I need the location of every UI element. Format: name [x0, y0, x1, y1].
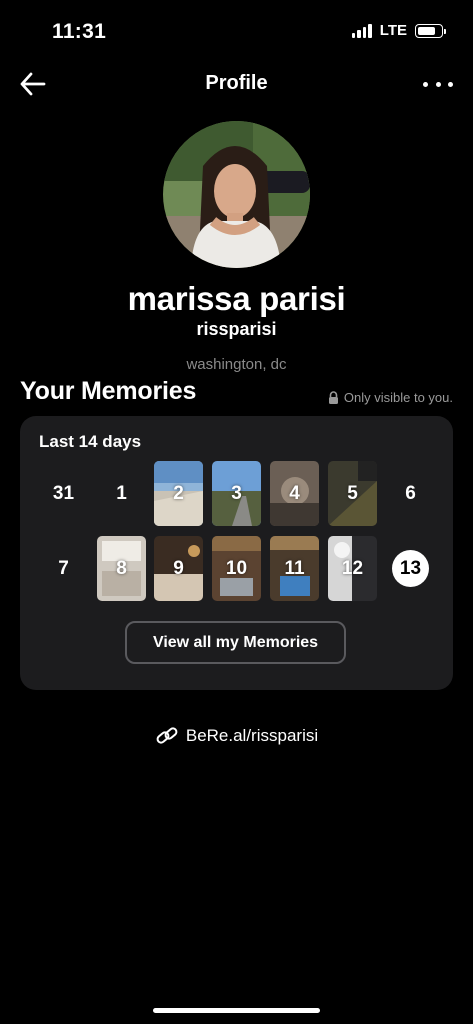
profile-link[interactable]: BeRe.al/rissparisi	[0, 725, 473, 747]
network-type: LTE	[379, 22, 407, 39]
memory-day-photo[interactable]: 9	[154, 536, 203, 601]
memory-day-photo[interactable]: 8	[97, 536, 146, 601]
avatar[interactable]	[163, 121, 310, 268]
more-options-button[interactable]	[423, 74, 453, 94]
memory-day-photo[interactable]: 11	[270, 536, 319, 601]
memory-day-photo[interactable]: 10	[212, 536, 261, 601]
memory-day: 31	[52, 482, 75, 504]
memory-day-photo[interactable]: 12	[328, 536, 377, 601]
display-name: marissa parisi	[127, 280, 346, 317]
battery-icon	[415, 23, 446, 38]
memories-card: Last 14 days 31 1 2 3 4 5 6 7 8 9 10 11 …	[20, 416, 453, 690]
period-label: Last 14 days	[39, 432, 142, 451]
ellipsis-icon	[423, 81, 428, 87]
signal-icon	[351, 23, 372, 38]
home-indicator[interactable]	[153, 1008, 320, 1013]
status-time: 11:31	[52, 20, 107, 43]
page-title: Profile	[205, 72, 268, 94]
memory-day: 6	[405, 482, 416, 504]
memory-day-photo[interactable]: 2	[154, 461, 203, 526]
memory-day: 1	[116, 482, 127, 504]
memories-title: Your Memories	[20, 377, 197, 405]
visibility-note: Only visible to you.	[328, 390, 453, 405]
memory-day-photo[interactable]: 5	[328, 461, 377, 526]
username: rissparisi	[196, 319, 277, 339]
memory-day-today[interactable]: 13	[386, 536, 435, 601]
link-icon	[156, 727, 178, 744]
avatar-photo	[163, 121, 310, 268]
visibility-note-text: Only visible to you.	[343, 390, 453, 405]
battery-level	[418, 26, 435, 35]
memory-day-photo[interactable]: 3	[212, 461, 261, 526]
profile-link-text: BeRe.al/rissparisi	[185, 726, 319, 745]
status-indicators: LTE	[351, 22, 446, 39]
location: washington, dc	[186, 356, 287, 373]
lock-icon	[328, 391, 338, 404]
view-all-memories-button[interactable]: View all my Memories	[125, 621, 346, 664]
memory-day-photo[interactable]: 4	[270, 461, 319, 526]
memory-day: 7	[58, 557, 69, 579]
